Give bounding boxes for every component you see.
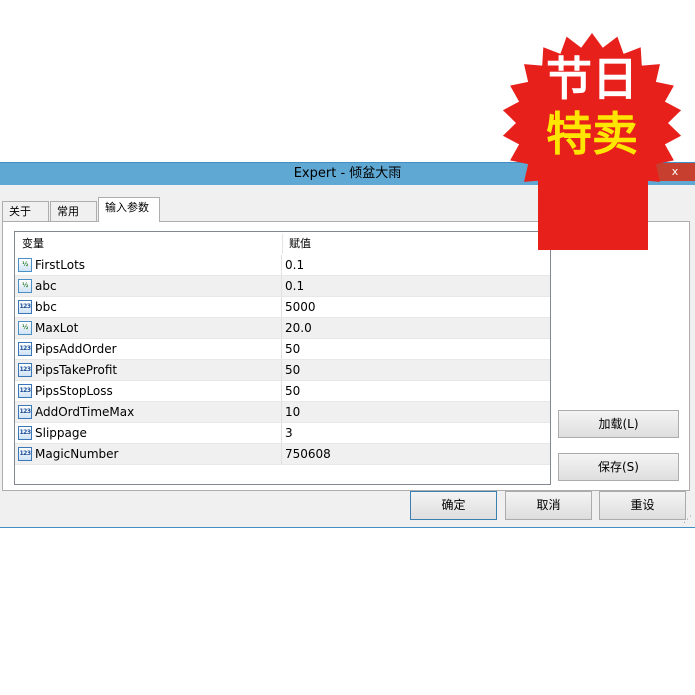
save-button[interactable]: 保存(S) xyxy=(558,453,679,481)
parameter-name-cell[interactable]: 123 MagicNumber xyxy=(15,444,282,464)
fraction-icon: ½ xyxy=(18,258,32,272)
reset-button[interactable]: 重设 xyxy=(599,491,686,520)
resize-grip-icon[interactable]: ⋰ xyxy=(683,515,693,525)
parameter-name: Slippage xyxy=(35,426,87,440)
promo-badge: 节日 特卖 xyxy=(500,5,685,260)
parameter-name: abc xyxy=(35,279,57,293)
grid-rows: ½ FirstLots 0.1 ½ abc 0.1 123 bbc 5000 ½ MaxLot 20.… xyxy=(15,255,550,465)
parameter-name: MaxLot xyxy=(35,321,79,335)
integer-icon: 123 xyxy=(18,363,32,377)
parameters-grid: 变量 赋值 ½ FirstLots 0.1 ½ abc 0.1 123 bbc 5000 ½ Max… xyxy=(14,231,551,485)
parameter-name: bbc xyxy=(35,300,57,314)
load-button[interactable]: 加载(L) xyxy=(558,410,679,438)
inputs-panel: 变量 赋值 ½ FirstLots 0.1 ½ abc 0.1 123 bbc 5000 ½ Max… xyxy=(2,221,690,491)
table-row[interactable]: 123 MagicNumber 750608 xyxy=(15,444,550,465)
grid-header: 变量 赋值 xyxy=(15,232,550,255)
parameter-name-cell[interactable]: 123 PipsAddOrder xyxy=(15,339,282,359)
integer-icon: 123 xyxy=(18,384,32,398)
parameter-name: PipsTakeProfit xyxy=(35,363,118,377)
integer-icon: 123 xyxy=(18,342,32,356)
ok-button[interactable]: 确定 xyxy=(410,491,497,520)
parameter-name: PipsStopLoss xyxy=(35,384,113,398)
table-row[interactable]: ½ abc 0.1 xyxy=(15,276,550,297)
parameter-name-cell[interactable]: ½ FirstLots xyxy=(15,255,282,275)
parameter-name: AddOrdTimeMax xyxy=(35,405,135,419)
table-row[interactable]: 123 AddOrdTimeMax 10 xyxy=(15,402,550,423)
parameter-value-cell[interactable]: 10 xyxy=(285,402,300,422)
table-row[interactable]: 123 PipsTakeProfit 50 xyxy=(15,360,550,381)
promo-line-1: 节日 xyxy=(546,52,638,106)
integer-icon: 123 xyxy=(18,447,32,461)
parameter-value-cell[interactable]: 50 xyxy=(285,381,300,401)
parameter-value-cell[interactable]: 5000 xyxy=(285,297,316,317)
tab-common[interactable]: 常用 xyxy=(50,201,97,221)
parameter-name: PipsAddOrder xyxy=(35,342,117,356)
parameter-name-cell[interactable]: ½ MaxLot xyxy=(15,318,282,338)
parameter-name-cell[interactable]: 123 Slippage xyxy=(15,423,282,443)
fraction-icon: ½ xyxy=(18,279,32,293)
parameter-name-cell[interactable]: 123 bbc xyxy=(15,297,282,317)
tab-about[interactable]: 关于 xyxy=(2,201,49,221)
parameter-value-cell[interactable]: 50 xyxy=(285,339,300,359)
window-title: Expert - 倾盆大雨 xyxy=(293,166,402,181)
integer-icon: 123 xyxy=(18,426,32,440)
integer-icon: 123 xyxy=(18,300,32,314)
tab-inputs[interactable]: 输入参数 xyxy=(98,197,160,222)
parameter-value-cell[interactable]: 20.0 xyxy=(285,318,312,338)
table-row[interactable]: 123 Slippage 3 xyxy=(15,423,550,444)
cancel-button[interactable]: 取消 xyxy=(505,491,592,520)
table-row[interactable]: 123 PipsStopLoss 50 xyxy=(15,381,550,402)
promo-starburst-icon: 节日 特卖 xyxy=(502,33,682,250)
parameter-value-cell[interactable]: 750608 xyxy=(285,444,331,464)
column-header-variable[interactable]: 变量 xyxy=(15,232,282,255)
parameter-name: MagicNumber xyxy=(35,447,119,461)
parameter-value-cell[interactable]: 50 xyxy=(285,360,300,380)
parameter-name-cell[interactable]: 123 PipsStopLoss xyxy=(15,381,282,401)
parameter-value-cell[interactable]: 3 xyxy=(285,423,293,443)
fraction-icon: ½ xyxy=(18,321,32,335)
parameter-value-cell[interactable]: 0.1 xyxy=(285,255,304,275)
parameter-name-cell[interactable]: 123 PipsTakeProfit xyxy=(15,360,282,380)
parameter-name-cell[interactable]: ½ abc xyxy=(15,276,282,296)
parameter-name-cell[interactable]: 123 AddOrdTimeMax xyxy=(15,402,282,422)
table-row[interactable]: ½ MaxLot 20.0 xyxy=(15,318,550,339)
table-row[interactable]: 123 PipsAddOrder 50 xyxy=(15,339,550,360)
table-row[interactable]: 123 bbc 5000 xyxy=(15,297,550,318)
parameter-name: FirstLots xyxy=(35,258,86,272)
integer-icon: 123 xyxy=(18,405,32,419)
promo-line-2: 特卖 xyxy=(546,107,638,161)
parameter-value-cell[interactable]: 0.1 xyxy=(285,276,304,296)
table-row[interactable]: ½ FirstLots 0.1 xyxy=(15,255,550,276)
